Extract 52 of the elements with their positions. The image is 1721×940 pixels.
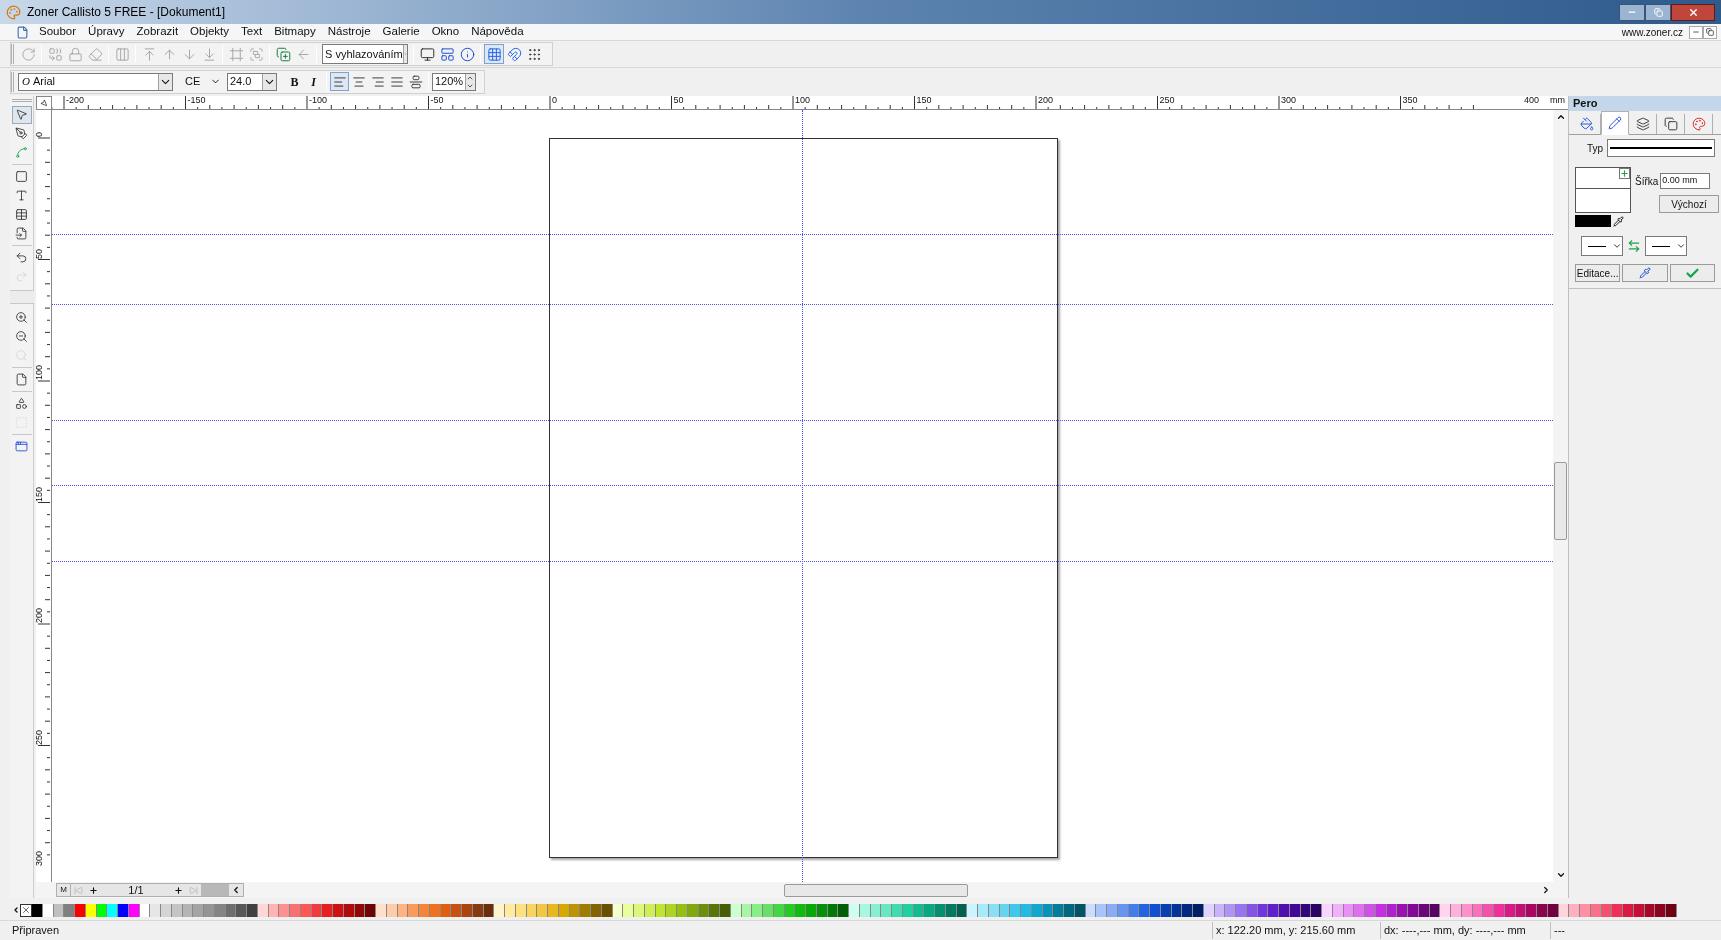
menu-item[interactable]: Nástroje — [321, 23, 377, 41]
ruler-label: -150 — [187, 96, 206, 105]
smoothing-dropdown[interactable]: S vyhlazováním — [322, 44, 408, 64]
ruler-label: 50 — [36, 248, 44, 259]
type-label: Typ — [1585, 141, 1603, 156]
width-label: Šířka — [1635, 174, 1659, 189]
edit-button[interactable]: Editace... — [1575, 264, 1621, 282]
zoom-spinner[interactable]: 120% — [432, 72, 476, 91]
menu-item[interactable]: Úpravy — [82, 23, 131, 41]
ruler-label: 100 — [36, 364, 44, 380]
cursor-position: x: 122.20 mm, y: 215.60 mm — [1212, 922, 1380, 939]
status-text: Připraven — [11, 923, 61, 939]
ruler-label: -100 — [309, 96, 327, 105]
ruler-label: 200 — [1038, 96, 1054, 105]
font-dropdown[interactable]: O Arial — [18, 72, 173, 91]
size-dropdown[interactable]: 24.0 — [227, 72, 277, 91]
menu-item[interactable]: Bitmapy — [268, 23, 322, 41]
ruler-label: 300 — [36, 850, 44, 866]
ruler-label: 150 — [916, 96, 932, 105]
panel-title: Pero — [1569, 96, 1721, 111]
ruler-label: -50 — [430, 96, 444, 105]
ruler-label: 0 — [552, 96, 557, 105]
menu-item[interactable]: Nápověda — [465, 23, 530, 41]
first-page-button[interactable]: M — [57, 884, 71, 896]
menu-item[interactable]: Objekty — [184, 23, 236, 41]
width-field[interactable]: 0.00 mm — [1660, 173, 1711, 189]
italic-button[interactable]: I — [304, 72, 323, 91]
menu-item[interactable]: Soubor — [33, 23, 83, 41]
ruler-label: 400 — [1524, 96, 1540, 105]
bold-button[interactable]: B — [285, 72, 304, 91]
page-indicator: 1/1 — [127, 882, 145, 898]
font-type-glyph: O — [21, 74, 31, 90]
ruler-label: 100 — [795, 96, 811, 105]
website-link[interactable]: www.zoner.cz — [1621, 24, 1683, 40]
ruler-label: 200 — [36, 607, 44, 623]
menu-item[interactable]: Text — [235, 23, 269, 41]
ruler-unit: mm — [1549, 96, 1566, 105]
ruler-label: -200 — [66, 96, 84, 105]
ruler-label: 350 — [1402, 96, 1418, 105]
menu-item[interactable]: Okno — [425, 23, 466, 41]
ruler-label: 50 — [673, 96, 684, 105]
ruler-label: 250 — [36, 729, 44, 745]
menu-item[interactable]: Galerie — [376, 23, 426, 41]
ruler-label: 250 — [1159, 96, 1175, 105]
ruler-label: 300 — [1281, 96, 1297, 105]
ruler-label: 150 — [36, 486, 44, 502]
ruler-label: 0 — [36, 132, 44, 137]
default-button[interactable]: Výchozí — [1659, 195, 1719, 213]
status-extra: --- — [1550, 922, 1721, 939]
window-title: Zoner Callisto 5 FREE - [Dokument1] — [27, 4, 227, 21]
menu-item[interactable]: Zobrazit — [130, 23, 185, 41]
cursor-delta: dx: ----,--- mm, dy: ----,--- mm — [1380, 922, 1550, 939]
